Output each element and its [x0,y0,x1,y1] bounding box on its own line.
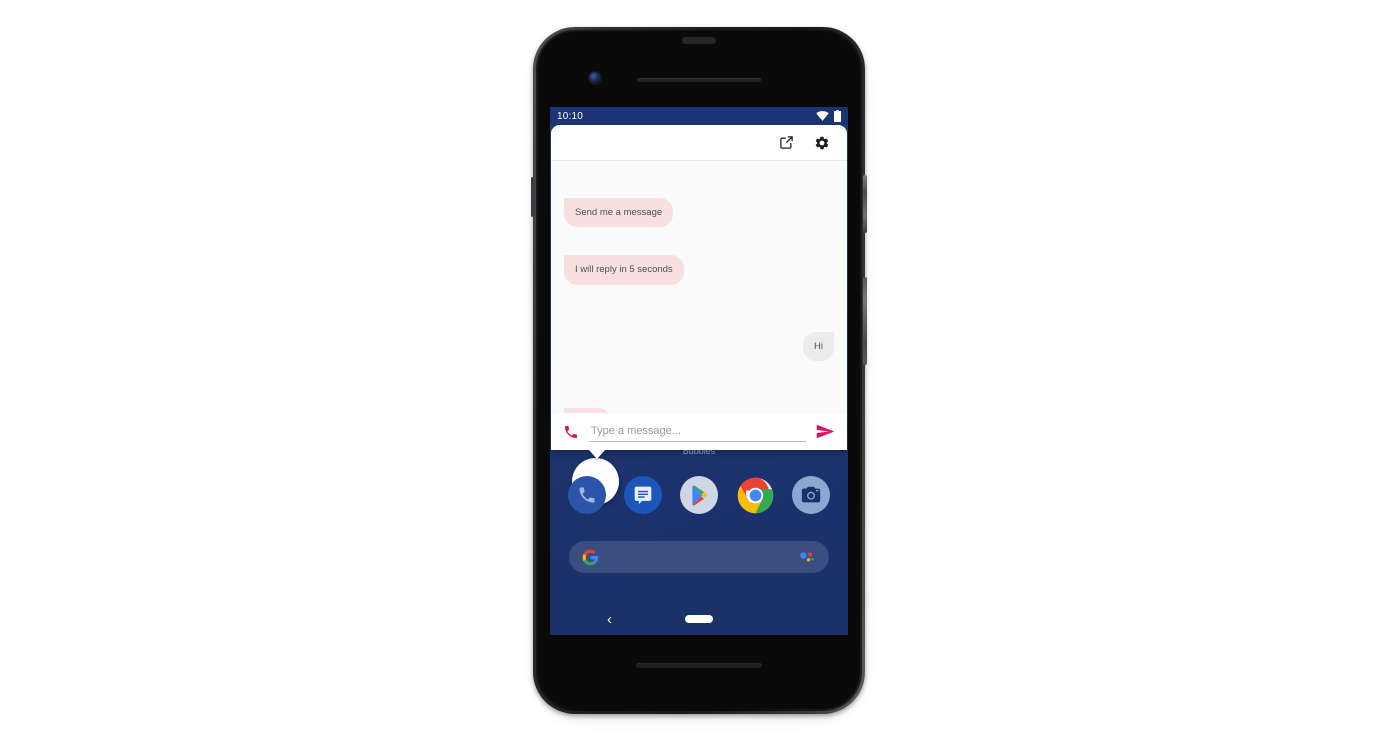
send-icon[interactable] [816,424,835,439]
phone-call-icon[interactable] [563,424,579,440]
earpiece-speaker [637,78,761,82]
wifi-icon [816,111,829,121]
status-bar-clock: 10:10 [557,110,584,122]
dock-item-chrome[interactable] [736,476,774,514]
message-gap [564,364,834,408]
message-row: Send me a message [564,198,834,228]
message-row: I will reply in 5 seconds [564,255,834,285]
bubble-window-pointer [589,450,605,459]
phone-device: Bubbles ‹ Send me a message I will reply… [531,27,867,714]
phone-screen: Bubbles ‹ Send me a message I will reply… [550,107,848,635]
open-in-new-icon[interactable] [779,135,794,150]
google-assistant-icon [800,551,814,561]
dock-item-camera[interactable] [792,476,830,514]
play-store-icon [691,484,707,506]
volume-rocker-button[interactable] [863,277,867,365]
dock-item-messages[interactable] [624,476,662,514]
google-g-icon [582,549,598,565]
home-pill-button[interactable] [685,615,713,623]
navigation-bar: ‹ [550,603,848,635]
left-side-accent [531,177,534,217]
message-row: Hi [564,331,834,362]
message-composer [551,413,847,450]
bottom-speaker-grille [636,663,762,668]
message-list: Send me a message I will reply in 5 seco… [551,161,847,413]
messages-icon [634,486,652,505]
battery-icon [834,110,841,122]
chrome-icon [737,477,773,513]
message-input[interactable] [589,421,806,442]
status-bar-icons [816,110,841,122]
message-bubble-incoming: I will reply in 5 seconds [564,255,684,285]
bubble-chat-window: Send me a message I will reply in 5 seco… [551,125,847,459]
message-gap [564,288,834,332]
top-sensor-slot [682,37,716,44]
dock-item-play-store[interactable] [680,476,718,514]
front-camera [589,72,601,84]
power-button[interactable] [863,175,867,233]
app-dock [550,476,848,514]
message-list-top-spacer [564,169,834,198]
phone-icon [579,487,595,503]
message-bubble-incoming: Send me a message [564,198,674,228]
message-gap [564,230,834,255]
back-button[interactable]: ‹ [607,612,612,627]
message-bubble-outgoing: Hi [803,331,834,362]
settings-gear-icon[interactable] [814,135,830,151]
chat-window-header [551,125,847,161]
status-bar: 10:10 [550,107,848,125]
dock-item-phone[interactable] [568,476,606,514]
screenshot-stage: Bubbles ‹ Send me a message I will reply… [0,0,1400,741]
google-search-bar[interactable] [569,541,829,573]
camera-icon [801,486,821,503]
